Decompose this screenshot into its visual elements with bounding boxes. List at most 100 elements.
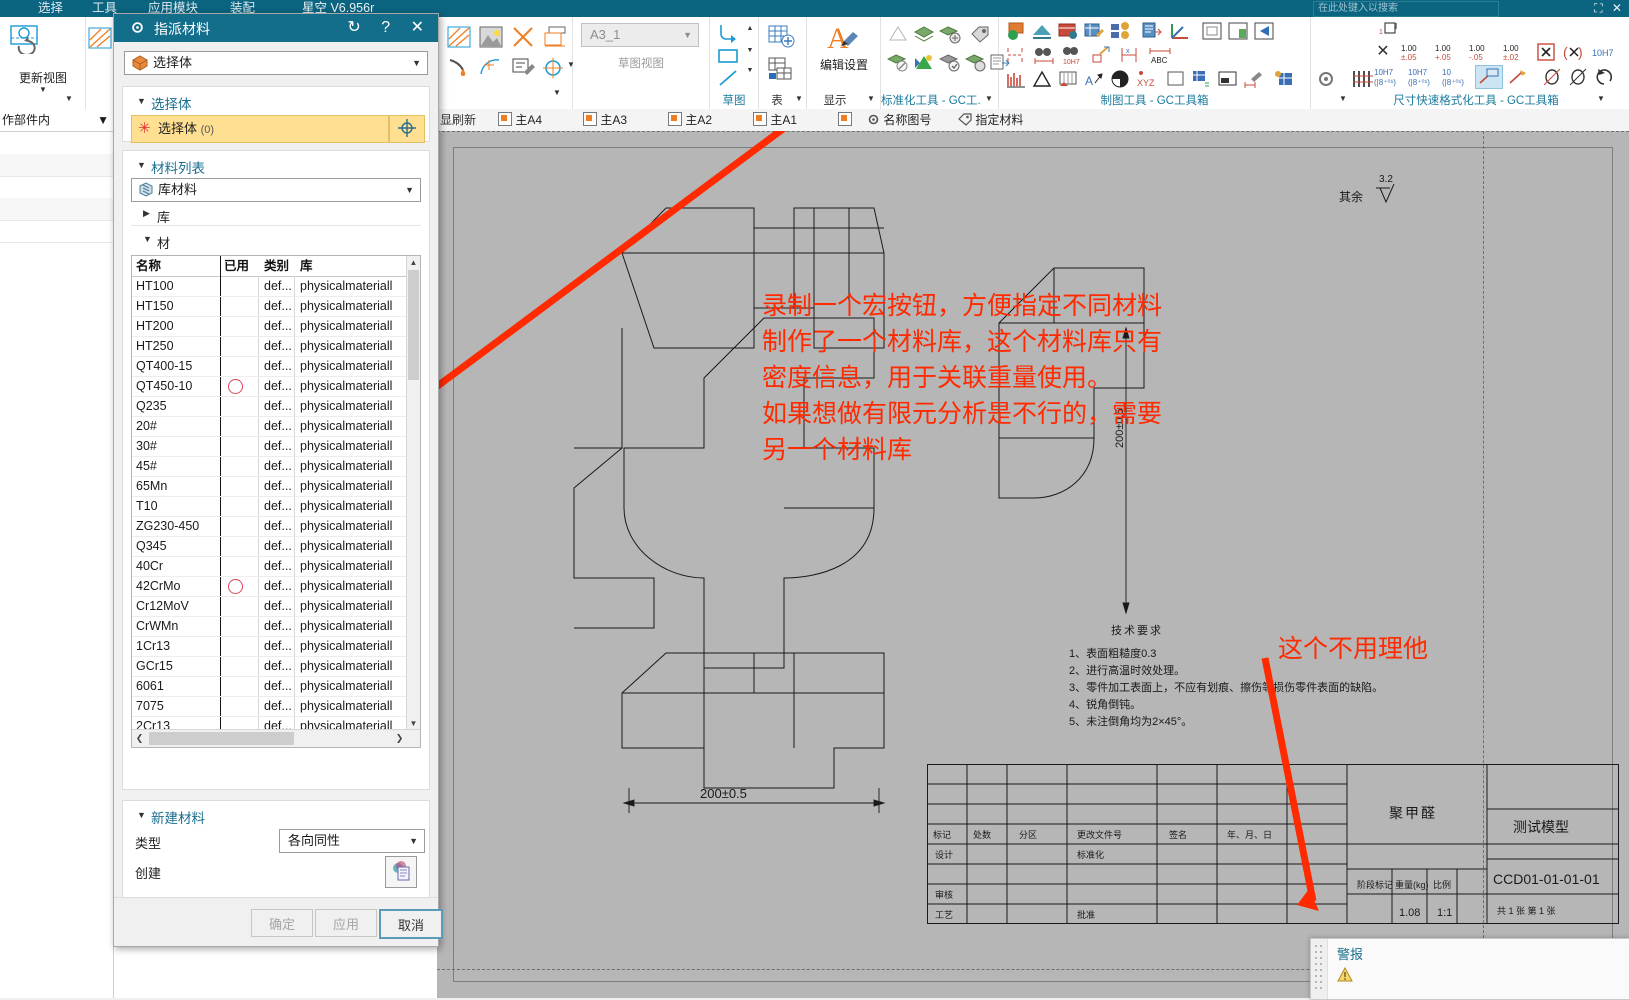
col-name[interactable]: 名称 xyxy=(136,256,161,276)
gc-d6-icon[interactable] xyxy=(1139,19,1165,43)
chevron-down-icon[interactable]: ▼ xyxy=(137,810,146,820)
gc-layer-settings-icon[interactable] xyxy=(937,21,963,47)
gc-xyz-icon[interactable]: XYZ xyxy=(1133,67,1161,91)
extra-square-icon[interactable] xyxy=(838,111,852,129)
macro-a2-button[interactable]: 主A2 xyxy=(668,111,712,129)
table-row[interactable]: QT450-10 def... physicalmateriall xyxy=(132,376,407,397)
chevron-down-icon[interactable]: ▼ xyxy=(143,234,152,244)
image-icon[interactable] xyxy=(476,22,506,52)
apply-button[interactable]: 应用 xyxy=(315,909,377,937)
table-row[interactable]: 1Cr13 def... physicalmateriall xyxy=(132,636,407,657)
gc-dim4-icon[interactable] xyxy=(1089,43,1115,67)
gc-mesh-icon[interactable] xyxy=(885,21,911,47)
target-point-icon[interactable] xyxy=(540,54,566,82)
pn-row-1[interactable] xyxy=(0,154,113,177)
edit-settings-icon[interactable]: A xyxy=(821,19,865,57)
h-scroll-thumb[interactable] xyxy=(149,732,294,745)
sketch-scroll-up-icon[interactable]: ▲ xyxy=(744,23,756,33)
refresh-display-button[interactable]: 显刷新 xyxy=(440,111,476,129)
gc-b10-icon[interactable] xyxy=(1271,67,1297,91)
display-more-icon[interactable]: ▼ xyxy=(865,93,877,105)
hatch-icon[interactable] xyxy=(444,22,474,52)
table-row[interactable]: Cr12MoV def... physicalmateriall xyxy=(132,596,407,617)
update-view-icon[interactable] xyxy=(8,23,42,55)
gc-color-icon[interactable] xyxy=(911,49,937,75)
gcdim-boxx-icon[interactable] xyxy=(1533,41,1559,63)
material-table[interactable]: 名称 已用 类别 库 HT100 def... physicalmateriall H… xyxy=(131,255,421,748)
table-add-icon[interactable] xyxy=(765,21,797,53)
gcdim-fit2-icon[interactable]: 10H7 (|8⁺⁰¹) xyxy=(1405,65,1439,89)
section-view-icon[interactable] xyxy=(86,23,114,53)
table-row[interactable]: 65Mn def... physicalmateriall xyxy=(132,476,407,497)
table-row[interactable]: Q235 def... physicalmateriall xyxy=(132,396,407,417)
v-scroll-thumb[interactable] xyxy=(408,270,419,380)
table-row[interactable]: 6061 def... physicalmateriall xyxy=(132,676,407,697)
annotation-edit-icon[interactable] xyxy=(508,54,538,82)
gcdim-dia1-icon[interactable] xyxy=(1539,65,1565,89)
gc-dim-abc-icon[interactable]: ABC xyxy=(1145,43,1175,67)
quick-search-input[interactable]: 在此处键入以搜索 xyxy=(1313,1,1499,17)
scroll-left-icon[interactable]: ❮ xyxy=(132,730,147,747)
sketch-more-icon[interactable]: ▼ xyxy=(744,65,756,75)
gcdim-fit1-icon[interactable]: 10H7 (|8⁺⁰¹) xyxy=(1371,65,1405,89)
table-row[interactable]: GCr15 def... physicalmateriall xyxy=(132,656,407,677)
select-body-field[interactable]: ✳ 选择体 (0) xyxy=(131,115,389,143)
create-material-button[interactable] xyxy=(385,856,417,888)
gc-b7-icon[interactable] xyxy=(1189,67,1215,91)
window-buttons[interactable]: ⛶ ✕ xyxy=(1594,0,1625,17)
table-row[interactable]: T10 def... physicalmateriall xyxy=(132,496,407,517)
scroll-up-icon[interactable]: ▲ xyxy=(407,256,420,269)
chevron-down-icon[interactable]: ▼ xyxy=(137,160,146,170)
pn-row-4[interactable] xyxy=(0,220,113,243)
gc-d4-icon[interactable] xyxy=(1081,19,1107,43)
gcdim-fit3-icon[interactable]: 10 (|8⁺⁰¹) xyxy=(1439,65,1473,89)
toast-grip[interactable] xyxy=(1311,939,1328,999)
object-type-select[interactable]: 选择体 ▼ xyxy=(124,51,428,75)
chevron-down-icon[interactable]: ▼ xyxy=(137,96,146,106)
menu-item-0[interactable]: 选择 xyxy=(38,0,63,17)
gcdim-gear-icon[interactable] xyxy=(1313,67,1339,91)
chevron-right-icon[interactable]: ▶ xyxy=(143,208,150,219)
gcdim-tol3-icon[interactable]: 1.00 -.05 xyxy=(1465,41,1499,63)
dialog-window-buttons[interactable]: ↻ ? ✕ xyxy=(347,17,432,37)
gc-view1-icon[interactable] xyxy=(1199,19,1225,43)
table-row[interactable]: 42CrMo def... physicalmateriall xyxy=(132,576,407,597)
gc-standard-more-icon[interactable]: ▼ xyxy=(983,93,995,105)
sheet-select[interactable]: A3_1 ▼ xyxy=(581,23,699,47)
gc-dim2-icon[interactable] xyxy=(1031,43,1057,67)
work-part-select[interactable]: 作部件内 ▼ xyxy=(0,109,113,132)
gc-layers-icon[interactable] xyxy=(911,21,937,47)
table-row[interactable]: CrWMn def... physicalmateriall xyxy=(132,616,407,637)
table-row[interactable]: 2Cr13 def... physicalmateriall xyxy=(132,716,407,730)
gcdim-corner-icon[interactable]: 1I xyxy=(1377,18,1403,40)
gcdim-undo-icon[interactable] xyxy=(1591,65,1617,89)
centerline-icon[interactable] xyxy=(476,54,506,82)
gc-b6-icon[interactable] xyxy=(1163,67,1189,91)
drafting-expand-icon[interactable]: ▼ xyxy=(550,87,564,99)
material-type-select[interactable]: 各向同性 ▼ xyxy=(279,829,425,853)
table-row[interactable]: HT250 def... physicalmateriall xyxy=(132,336,407,357)
table-row[interactable]: ZG230-450 def... physicalmateriall xyxy=(132,516,407,537)
paint-drop-icon[interactable] xyxy=(444,54,474,82)
material-table-rows[interactable]: HT100 def... physicalmateriall HT150 def... p… xyxy=(132,276,407,730)
edit-sheet-icon[interactable] xyxy=(540,22,570,52)
library-select[interactable]: 库材料 ▼ xyxy=(131,178,421,202)
gc-d5-icon[interactable] xyxy=(1107,19,1133,43)
assign-material-button[interactable]: 指定材料 xyxy=(958,111,1023,129)
table-merge-icon[interactable] xyxy=(765,53,797,85)
view-group-expand-icon[interactable]: ▼ xyxy=(62,93,76,105)
pn-row-0[interactable] xyxy=(0,132,113,155)
macro-a3-button[interactable]: 主A3 xyxy=(583,111,627,129)
gcdim-leader2-icon[interactable] xyxy=(1505,65,1533,89)
gcdim-more-icon[interactable]: ▼ xyxy=(1595,93,1607,105)
table-vertical-scrollbar[interactable]: ▲ ▼ xyxy=(406,256,420,730)
gcdim-left-more-icon[interactable]: ▼ xyxy=(1337,93,1349,105)
table-row[interactable]: 45# def... physicalmateriall xyxy=(132,456,407,477)
gc-axes-icon[interactable] xyxy=(1167,19,1193,43)
warning-toast[interactable]: 警报 指定的UG受许可措施支持不存在61306 指定的UG受许可措施支持不存在6… xyxy=(1310,938,1629,1000)
gcdim-tol2-icon[interactable]: 1.00 +.05 xyxy=(1431,41,1465,63)
gcdim-parenx-icon[interactable]: () xyxy=(1559,41,1589,63)
gc-layer-gear-icon[interactable] xyxy=(963,49,989,75)
dialog-titlebar[interactable]: 指派材料 ↻ ? ✕ xyxy=(114,14,438,42)
gc-view3-icon[interactable] xyxy=(1251,19,1277,43)
